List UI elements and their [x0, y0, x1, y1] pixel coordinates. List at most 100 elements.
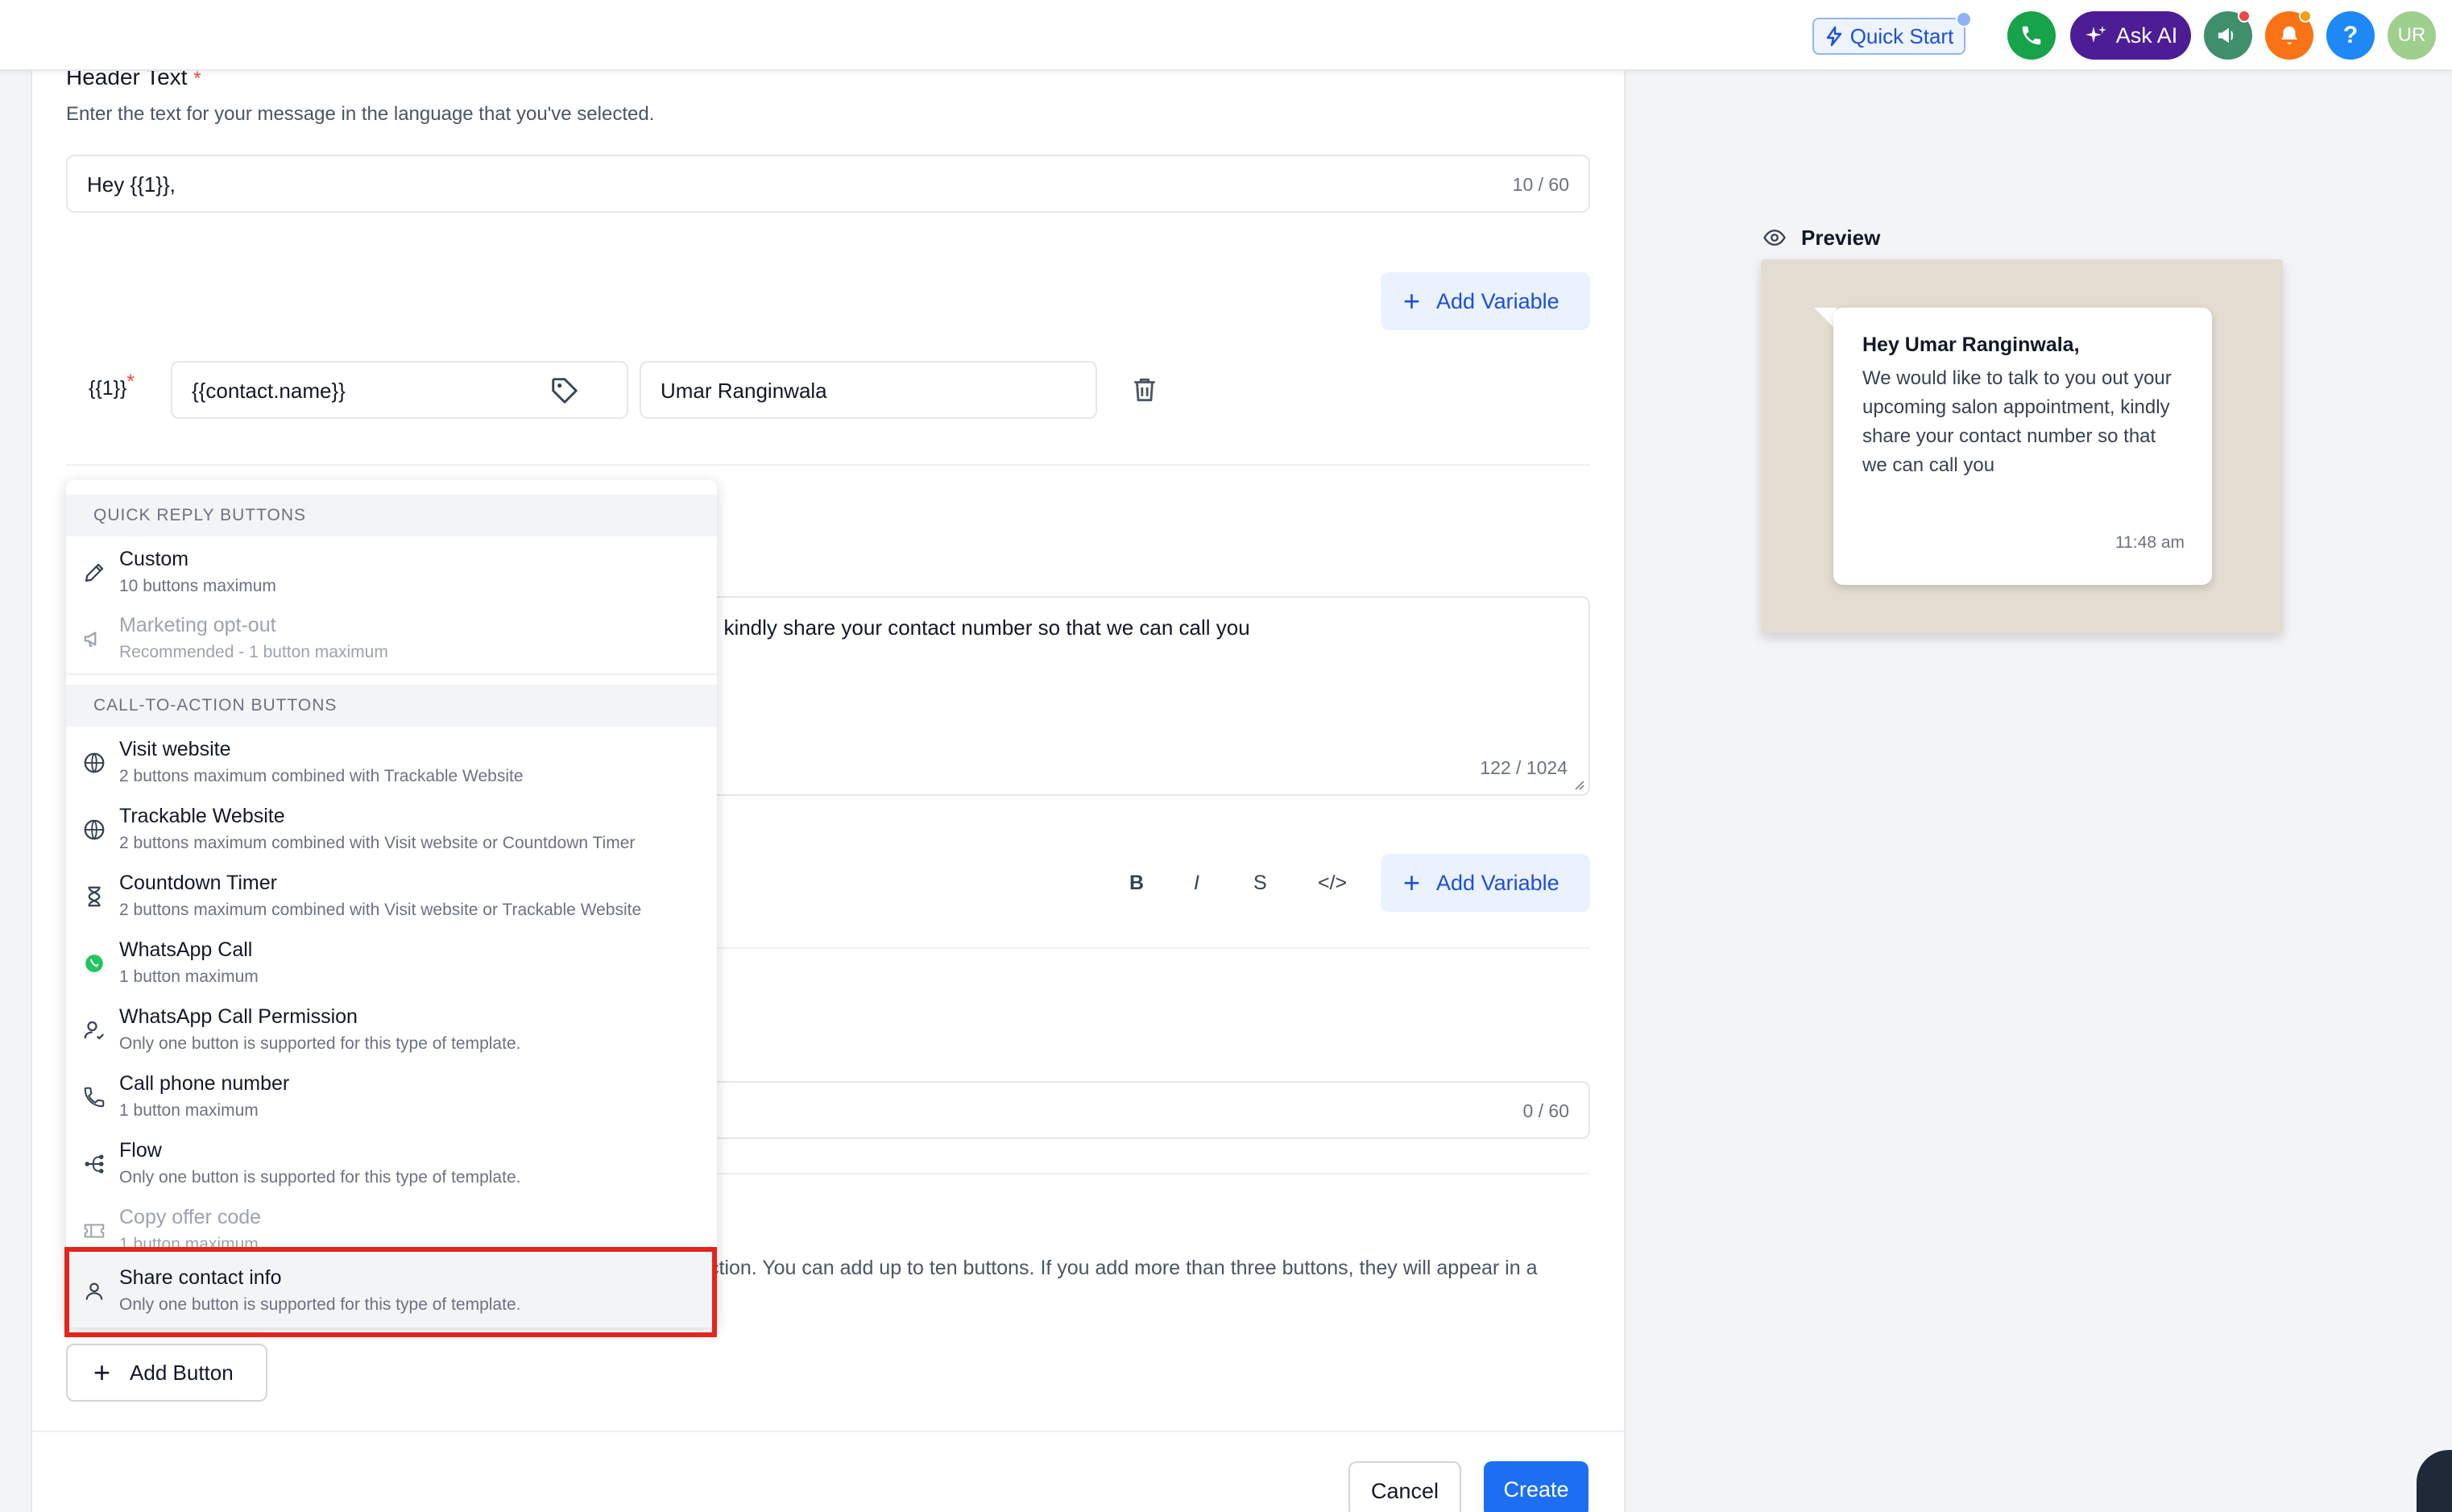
- menu-item-flow[interactable]: Flow Only one button is supported for th…: [66, 1133, 717, 1199]
- menu-item-whatsapp-call-permission[interactable]: WhatsApp Call Permission Only one button…: [66, 999, 717, 1065]
- menu-item-custom[interactable]: Custom 10 buttons maximum: [66, 541, 717, 607]
- plus-icon: +: [1403, 284, 1421, 317]
- message-time: 11:48 am: [2115, 533, 2185, 552]
- eye-icon: [1763, 230, 1786, 246]
- menu-item-title: Copy offer code: [119, 1206, 262, 1228]
- group-divider: [66, 673, 717, 675]
- preview-label: Preview: [1801, 226, 1881, 250]
- variable-sample-value: Umar Ranginwala: [661, 379, 827, 403]
- menu-item-desc: Recommended - 1 button maximum: [119, 643, 388, 661]
- cancel-button[interactable]: Cancel: [1348, 1461, 1461, 1512]
- trash-icon[interactable]: [1129, 374, 1160, 406]
- add-variable-label: Add Variable: [1436, 288, 1559, 313]
- add-button-label: Add Button: [130, 1360, 234, 1385]
- menu-item-title: Custom: [119, 548, 189, 570]
- megaphone-icon: [81, 625, 108, 652]
- plus-icon: +: [1403, 866, 1421, 899]
- group-header-quick-reply: QUICK REPLY BUTTONS: [66, 495, 717, 536]
- ticket-icon: [81, 1217, 108, 1245]
- strikethrough-button[interactable]: S: [1253, 872, 1267, 895]
- hourglass-icon: [81, 883, 108, 910]
- pencil-icon: [81, 559, 108, 586]
- header-text-input[interactable]: Hey {{1}}, 10 / 60: [66, 155, 1590, 213]
- header-text-hint: Enter the text for your message in the l…: [66, 103, 655, 125]
- whatsapp-icon: [81, 950, 108, 977]
- body-add-variable-button[interactable]: + Add Variable: [1381, 854, 1590, 912]
- add-button[interactable]: + Add Button: [66, 1344, 267, 1402]
- resize-handle-icon[interactable]: [1572, 778, 1585, 791]
- variable-token-text: {{1}}: [89, 377, 127, 400]
- call-button[interactable]: [2007, 11, 2056, 60]
- header-text-counter: 10 / 60: [1512, 174, 1569, 195]
- message-title: Hey Umar Ranginwala,: [1862, 333, 2080, 356]
- avatar[interactable]: UR: [2388, 11, 2436, 60]
- body-text-value: , kindly share your contact number so th…: [712, 615, 1250, 640]
- code-button[interactable]: </>: [1318, 872, 1347, 895]
- phone-icon: [2022, 26, 2041, 45]
- italic-button[interactable]: I: [1194, 872, 1199, 895]
- menu-item-title: Marketing opt-out: [119, 614, 276, 636]
- tag-icon[interactable]: [549, 375, 580, 406]
- ask-ai-button[interactable]: Ask AI: [2070, 11, 2191, 60]
- menu-item-whatsapp-call[interactable]: WhatsApp Call 1 button maximum: [66, 932, 717, 998]
- menu-item-title: Countdown Timer: [119, 872, 277, 894]
- menu-item-title: Call phone number: [119, 1072, 290, 1095]
- menu-item-desc: 1 button maximum: [119, 1101, 259, 1120]
- menu-item-desc: Only one button is supported for this ty…: [119, 1034, 521, 1053]
- variable-attribute-value: {{contact.name}}: [192, 379, 346, 403]
- menu-item-trackable-website[interactable]: Trackable Website 2 buttons maximum comb…: [66, 798, 717, 864]
- menu-item-visit-website[interactable]: Visit website 2 buttons maximum combined…: [66, 731, 717, 797]
- menu-item-desc: 10 buttons maximum: [119, 577, 276, 595]
- user-check-icon: [81, 1017, 108, 1044]
- quick-start-indicator: [1956, 11, 1972, 27]
- bold-button[interactable]: B: [1129, 872, 1144, 895]
- header-text-value: Hey {{1}},: [87, 172, 176, 197]
- variable-sample-input[interactable]: Umar Ranginwala: [640, 361, 1097, 419]
- add-variable-label: Add Variable: [1436, 870, 1559, 895]
- message-bubble: Hey Umar Ranginwala, We would like to ta…: [1833, 308, 2212, 585]
- window-corner: [2417, 1450, 2452, 1512]
- variable-attribute-input[interactable]: {{contact.name}}: [171, 361, 628, 419]
- ask-ai-label: Ask AI: [2115, 23, 2178, 48]
- body-counter: 122 / 1024: [1480, 757, 1568, 778]
- menu-item-desc: 2 buttons maximum combined with Visit we…: [119, 901, 642, 919]
- lightning-icon: [1826, 26, 1841, 47]
- menu-item-desc: 2 buttons maximum combined with Visit we…: [119, 834, 636, 852]
- sparkle-icon: [2085, 26, 2106, 43]
- menu-item-desc: 2 buttons maximum combined with Trackabl…: [119, 767, 524, 785]
- section-divider: [66, 464, 1590, 466]
- footer-counter: 0 / 60: [1522, 1100, 1569, 1121]
- header-add-variable-button[interactable]: + Add Variable: [1381, 272, 1590, 330]
- group-header-call-to-action: CALL-TO-ACTION BUTTONS: [66, 685, 717, 727]
- menu-item-title: Visit website: [119, 738, 231, 760]
- create-button[interactable]: Create: [1484, 1461, 1588, 1512]
- menu-item-countdown-timer[interactable]: Countdown Timer 2 buttons maximum combin…: [66, 865, 717, 931]
- buttons-hint: ction. You can add up to ten buttons. If…: [709, 1257, 1538, 1279]
- message-body: We would like to talk to you out your up…: [1862, 367, 2172, 476]
- required-mark: *: [193, 68, 201, 89]
- menu-item-marketing-opt-out[interactable]: Marketing opt-out Recommended - 1 button…: [66, 607, 717, 673]
- bell-icon: [2281, 26, 2297, 45]
- section-divider: [32, 1431, 1624, 1432]
- highlight-annotation: [64, 1247, 717, 1337]
- globe-icon: [81, 749, 108, 777]
- help-button[interactable]: ?: [2326, 11, 2375, 60]
- phone-icon: [81, 1083, 108, 1111]
- top-bar: Quick Start Ask AI ? UR: [0, 0, 2452, 71]
- menu-item-call-phone-number[interactable]: Call phone number 1 button maximum: [66, 1066, 717, 1132]
- notifications-badge: [2299, 10, 2312, 23]
- megaphone-icon: [2218, 27, 2234, 43]
- menu-item-title: WhatsApp Call Permission: [119, 1005, 358, 1028]
- quick-start-button[interactable]: Quick Start: [1812, 18, 1965, 55]
- variable-required-mark: *: [126, 371, 135, 393]
- avatar-initials: UR: [2397, 24, 2426, 46]
- variable-token: {{1}}*: [89, 371, 135, 400]
- menu-item-desc: Only one button is supported for this ty…: [119, 1168, 521, 1187]
- menu-item-desc: 1 button maximum: [119, 967, 259, 986]
- flow-icon: [81, 1150, 108, 1178]
- button-type-dropdown: QUICK REPLY BUTTONS Custom 10 buttons ma…: [66, 480, 717, 1328]
- menu-item-title: Flow: [119, 1139, 162, 1162]
- plus-icon: +: [93, 1356, 111, 1389]
- menu-item-title: Trackable Website: [119, 805, 285, 827]
- menu-item-title: WhatsApp Call: [119, 938, 253, 961]
